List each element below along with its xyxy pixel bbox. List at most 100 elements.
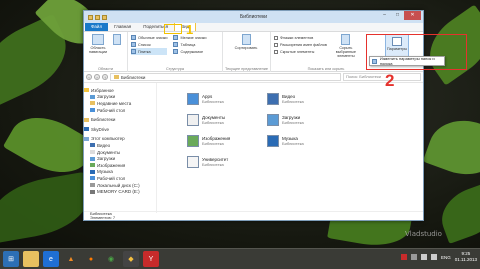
nav-item-downloads[interactable]: Загрузки — [84, 94, 156, 101]
nav-item-desktop[interactable]: Рабочий стол — [84, 107, 156, 114]
nav-item-pc-downloads[interactable]: Загрузки — [84, 155, 156, 162]
explorer-taskbar-icon[interactable] — [23, 251, 39, 267]
highlight-view-tab — [164, 24, 182, 34]
view-large-icons[interactable]: Обычные значки — [131, 34, 167, 41]
language-indicator[interactable]: ENG — [441, 255, 451, 260]
library-item[interactable]: Видео Библиотека — [267, 93, 304, 105]
explorer-body: Избранное Загрузки Недавние места Рабочи… — [84, 83, 423, 213]
minimize-button[interactable]: – — [378, 11, 391, 20]
libraries-view: Apps Библиотека Видео Библиотека Документы… — [157, 83, 423, 213]
hidden-items-toggle[interactable]: Скрытые элементы — [274, 48, 327, 55]
app-icon[interactable]: ◆ — [123, 251, 139, 267]
clock-date: 01.11.2013 — [454, 257, 477, 262]
preview-pane-button[interactable] — [110, 34, 124, 54]
tab-file[interactable]: Файл — [85, 23, 109, 31]
content-icon — [173, 49, 179, 54]
library-item[interactable]: Университет Библиотека — [187, 156, 228, 168]
yandex-icon[interactable]: Y — [143, 251, 159, 267]
nav-item-music[interactable]: Музыка — [84, 169, 156, 176]
up-button[interactable]: ↑ — [102, 74, 108, 80]
close-button[interactable]: ✕ — [404, 11, 421, 20]
nav-pane-icon — [92, 34, 104, 45]
checkbox[interactable] — [274, 35, 278, 40]
downloads-library-icon — [267, 114, 279, 126]
window-title: Библиотеки — [239, 14, 268, 20]
library-item[interactable]: Изображения Библиотека — [187, 135, 230, 147]
nav-item-libraries[interactable]: Библиотеки — [84, 116, 156, 123]
status-count: Элементов: 7 — [90, 215, 116, 220]
address-bar-row: ‹ › ↑ Библиотеки Поиск: Библиотеки — [84, 72, 423, 83]
nav-item-pc-desktop[interactable]: Рабочий стол — [84, 175, 156, 182]
volume-icon[interactable] — [431, 254, 438, 260]
library-item[interactable]: Музыка Библиотека — [267, 135, 304, 147]
chrome-icon[interactable]: ◉ — [103, 251, 119, 267]
network-icon[interactable] — [421, 254, 428, 260]
item-checkboxes-toggle[interactable]: Флажки элементов — [274, 34, 327, 41]
wallpaper-leaf — [422, 109, 480, 186]
system-tray: ENG 9:25 01.11.2013 — [401, 251, 477, 263]
nav-item-this-pc[interactable]: Этот компьютер — [84, 136, 156, 143]
checkbox[interactable] — [274, 42, 278, 47]
small-icons-icon — [173, 35, 179, 40]
list-icon — [131, 42, 136, 47]
group-label: Области — [97, 67, 114, 71]
nav-item-pictures[interactable]: Изображения — [84, 162, 156, 169]
address-bar[interactable]: Библиотеки — [110, 73, 341, 81]
window-controls: – □ ✕ — [378, 11, 421, 20]
tray-app-icon[interactable] — [401, 254, 408, 260]
annotation-step-1: 1 — [186, 22, 194, 37]
nav-item-drive-e[interactable]: MEMORY CARD (E:) — [84, 188, 156, 195]
desktop-icon — [90, 108, 95, 113]
file-extensions-toggle[interactable]: Расширения имен файлов — [274, 41, 327, 48]
group-structure: Обычные значки Список Плитка Мелкие знач… — [128, 32, 223, 72]
library-item[interactable]: Загрузки Библиотека — [267, 114, 304, 126]
view-tiles[interactable]: Плитка — [131, 48, 168, 55]
folder-options-icon — [372, 58, 377, 64]
pictures-library-icon — [187, 135, 199, 147]
large-icons-icon — [131, 35, 136, 40]
nav-pane-button[interactable]: Область навигации — [87, 34, 109, 54]
pictures-icon — [90, 163, 95, 168]
tab-home[interactable]: Главная — [108, 23, 137, 31]
libraries-icon — [84, 117, 89, 122]
taskbar: ⊞ e ▲ ● ◉ ◆ Y ENG 9:25 01.11.2013 — [0, 248, 480, 269]
video-library-icon — [267, 93, 279, 105]
tiles-icon — [131, 49, 136, 54]
back-button[interactable]: ‹ — [86, 74, 92, 80]
checkbox[interactable] — [274, 49, 278, 54]
internet-explorer-icon[interactable]: e — [43, 251, 59, 267]
navigation-pane: Избранное Загрузки Недавние места Рабочи… — [84, 83, 157, 213]
documents-icon — [90, 150, 95, 155]
options-dropdown-item[interactable]: Изменить параметры папок и поиска — [369, 56, 445, 66]
vlc-icon[interactable]: ▲ — [63, 251, 79, 267]
view-details[interactable]: Таблица — [173, 41, 206, 48]
library-item[interactable]: Документы Библиотека — [187, 114, 225, 126]
hide-selected-button[interactable]: Скрыть выбранные элементы — [331, 34, 361, 58]
ribbon-tabs: Файл Главная Поделиться Вид — [84, 22, 423, 32]
sort-button[interactable]: Сортировать — [226, 34, 266, 50]
cloud-icon — [84, 127, 89, 132]
clock[interactable]: 9:25 01.11.2013 — [455, 251, 477, 263]
nav-item-favorites[interactable]: Избранное — [84, 87, 156, 94]
window-titlebar[interactable]: Библиотеки – □ ✕ — [84, 11, 423, 23]
library-item[interactable]: Apps Библиотека — [187, 93, 224, 105]
start-icon[interactable]: ⊞ — [3, 251, 19, 267]
memory-card-icon — [90, 189, 95, 194]
tray-app-icon[interactable] — [411, 254, 418, 260]
firefox-icon[interactable]: ● — [83, 251, 99, 267]
maximize-button[interactable]: □ — [391, 11, 404, 20]
view-content[interactable]: Содержимое — [173, 48, 206, 55]
wallpaper-watermark: Vladstudio — [405, 230, 442, 238]
nav-item-videos[interactable]: Видео — [84, 142, 156, 149]
downloads-icon — [90, 156, 95, 161]
group-label: Показать или скрыть — [307, 67, 345, 71]
nav-item-documents[interactable]: Документы — [84, 149, 156, 156]
nav-item-drive-c[interactable]: Локальный диск (C:) — [84, 182, 156, 189]
forward-button[interactable]: › — [94, 74, 100, 80]
university-library-icon — [187, 156, 199, 168]
nav-item-recent[interactable]: Недавние места — [84, 100, 156, 107]
nav-item-skydrive[interactable]: SkyDrive — [84, 126, 156, 133]
recent-places-icon — [90, 101, 95, 106]
search-input[interactable]: Поиск: Библиотеки — [343, 73, 421, 81]
view-list[interactable]: Список — [131, 41, 167, 48]
